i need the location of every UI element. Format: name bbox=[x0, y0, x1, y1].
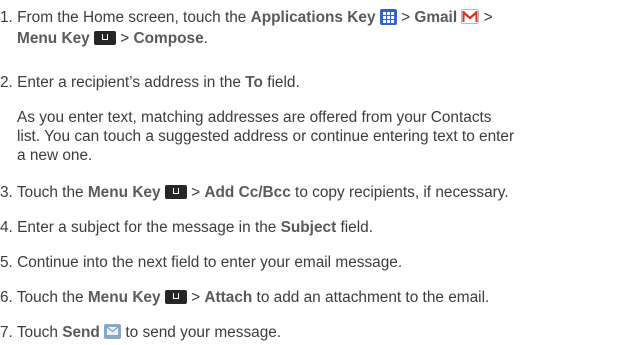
step-6-text-b: > bbox=[186, 289, 205, 306]
step-1-text-b: > bbox=[396, 9, 415, 26]
step-1-text-e: . bbox=[203, 30, 208, 47]
step-1-line-1: 1. From the Home screen, touch the Appli… bbox=[0, 8, 636, 27]
step-3-text-c: to copy recipients, if necessary. bbox=[290, 184, 509, 201]
gmail-envelope-icon bbox=[461, 9, 480, 24]
menu-key-icon bbox=[164, 290, 187, 304]
menu-key-label: Menu Key bbox=[17, 30, 90, 47]
note-line-3: a new one. bbox=[17, 147, 93, 164]
send-icon bbox=[104, 324, 122, 339]
applications-grid-icon bbox=[379, 9, 397, 25]
step-1-text-a: 1. From the Home screen, touch the bbox=[0, 9, 251, 26]
applications-key-label: Applications Key bbox=[250, 9, 376, 26]
step-4-text-a: 4. Enter a subject for the message in th… bbox=[0, 219, 281, 236]
menu-key-icon bbox=[164, 185, 187, 199]
step-2: 2. Enter a recipient’s address in the To… bbox=[0, 73, 636, 92]
step-4: 4. Enter a subject for the message in th… bbox=[0, 218, 636, 237]
to-field-label: To bbox=[245, 74, 263, 91]
step-5-text: 5. Continue into the next field to enter… bbox=[0, 254, 403, 271]
step-1-line-2: Menu Key > Compose. bbox=[0, 29, 636, 48]
gmail-label: Gmail bbox=[414, 9, 458, 26]
attach-label: Attach bbox=[204, 289, 253, 306]
step-1-text-d: > bbox=[115, 30, 134, 47]
step-2-text-a: 2. Enter a recipient’s address in the bbox=[0, 74, 246, 91]
note-line-2: list. You can touch a suggested address … bbox=[17, 128, 515, 145]
menu-key-icon bbox=[93, 31, 116, 45]
note-line-1: As you enter text, matching addresses ar… bbox=[17, 109, 492, 126]
menu-key-label: Menu Key bbox=[87, 184, 161, 201]
compose-label: Compose bbox=[133, 30, 204, 47]
step-7-text-b: to send your message. bbox=[121, 324, 282, 341]
step-1-text-c: > bbox=[479, 9, 493, 26]
step-5: 5. Continue into the next field to enter… bbox=[0, 253, 636, 272]
subject-field-label: Subject bbox=[280, 219, 337, 236]
step-7: 7. Touch Send to send your message. bbox=[0, 323, 636, 342]
step-3-text-b: > bbox=[186, 184, 205, 201]
step-6: 6. Touch the Menu Key > Attach to add an… bbox=[0, 288, 636, 307]
step-3-text-a: 3. Touch the bbox=[0, 184, 88, 201]
add-cc-bcc-label: Add Cc/Bcc bbox=[204, 184, 291, 201]
step-4-text-b: field. bbox=[336, 219, 373, 236]
step-1: 1. From the Home screen, touch the Appli… bbox=[0, 8, 636, 48]
send-label: Send bbox=[62, 324, 100, 341]
step-6-text-c: to add an attachment to the email. bbox=[252, 289, 490, 306]
step-6-text-a: 6. Touch the bbox=[0, 289, 88, 306]
step-2-text-b: field. bbox=[262, 74, 300, 91]
step-3: 3. Touch the Menu Key > Add Cc/Bcc to co… bbox=[0, 183, 636, 202]
step-2-note: As you enter text, matching addresses ar… bbox=[17, 108, 637, 165]
menu-key-label: Menu Key bbox=[87, 289, 161, 306]
step-7-text-a: 7. Touch bbox=[0, 324, 63, 341]
instructions-page: 1. From the Home screen, touch the Appli… bbox=[0, 0, 639, 345]
